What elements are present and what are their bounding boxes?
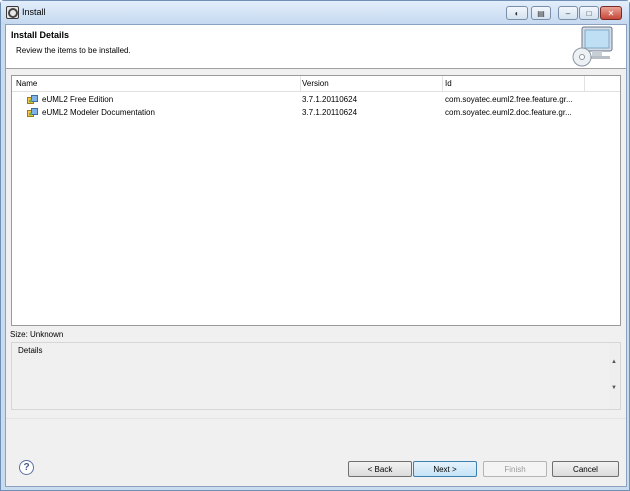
row-name: eUML2 Free Edition — [42, 95, 114, 104]
dialog-header: Install Details Review the items to be i… — [6, 25, 626, 69]
feature-plugin-icon — [27, 108, 38, 117]
install-items-table: Name Version Id eUML2 Free Edition 3.7.1… — [11, 75, 621, 326]
monitor-cd-icon — [572, 26, 613, 67]
column-divider[interactable] — [442, 76, 443, 91]
finish-button[interactable]: Finish — [483, 461, 547, 477]
maximize-button[interactable]: □ — [579, 6, 599, 20]
column-name[interactable]: Name — [16, 79, 37, 88]
window-title: Install — [22, 7, 46, 17]
column-divider[interactable] — [584, 76, 585, 91]
table-header: Name Version Id — [12, 76, 620, 92]
row-id: com.soyatec.euml2.doc.feature.gr... — [445, 108, 572, 117]
scroll-up-icon[interactable]: ▲ — [611, 359, 617, 365]
eclipse-icon — [6, 6, 19, 19]
close-button[interactable]: ✕ — [600, 6, 622, 20]
scroll-down-icon[interactable]: ▼ — [611, 385, 617, 391]
help-icon[interactable]: ? — [19, 460, 34, 475]
column-id[interactable]: Id — [445, 79, 452, 88]
details-panel[interactable]: Details ▲ ▼ — [11, 342, 621, 410]
dialog-client: Install Details Review the items to be i… — [5, 24, 627, 487]
minimize-button[interactable]: ‒ — [558, 6, 578, 20]
next-button[interactable]: Next > — [413, 461, 477, 477]
details-label: Details — [18, 346, 43, 355]
footer-divider — [6, 418, 626, 419]
table-row[interactable]: eUML2 Free Edition 3.7.1.20110624 com.so… — [12, 94, 620, 107]
row-version: 3.7.1.20110624 — [302, 95, 358, 104]
row-id: com.soyatec.euml2.free.feature.gr... — [445, 95, 573, 104]
page-title: Install Details — [11, 30, 70, 40]
table-row[interactable]: eUML2 Modeler Documentation 3.7.1.201106… — [12, 107, 620, 120]
column-divider[interactable] — [300, 76, 301, 91]
row-version: 3.7.1.20110624 — [302, 108, 358, 117]
details-scrollbar[interactable]: ▲ ▼ — [609, 343, 620, 409]
cancel-button[interactable]: Cancel — [552, 461, 619, 477]
row-name: eUML2 Modeler Documentation — [42, 108, 155, 117]
back-button[interactable]: < Back — [348, 461, 412, 477]
toolbar-right-icon[interactable]: ▤ — [531, 6, 551, 20]
install-window: Install ◐ ▤ ‒ □ ✕ Install Details Review… — [0, 0, 630, 491]
feature-plugin-icon — [27, 95, 38, 104]
column-version[interactable]: Version — [302, 79, 329, 88]
title-bar[interactable]: Install ◐ ▤ ‒ □ ✕ — [1, 1, 629, 24]
size-label: Size: Unknown — [10, 330, 64, 339]
toolbar-left-icon[interactable]: ◐ — [506, 6, 528, 20]
page-subtitle: Review the items to be installed. — [16, 46, 131, 55]
